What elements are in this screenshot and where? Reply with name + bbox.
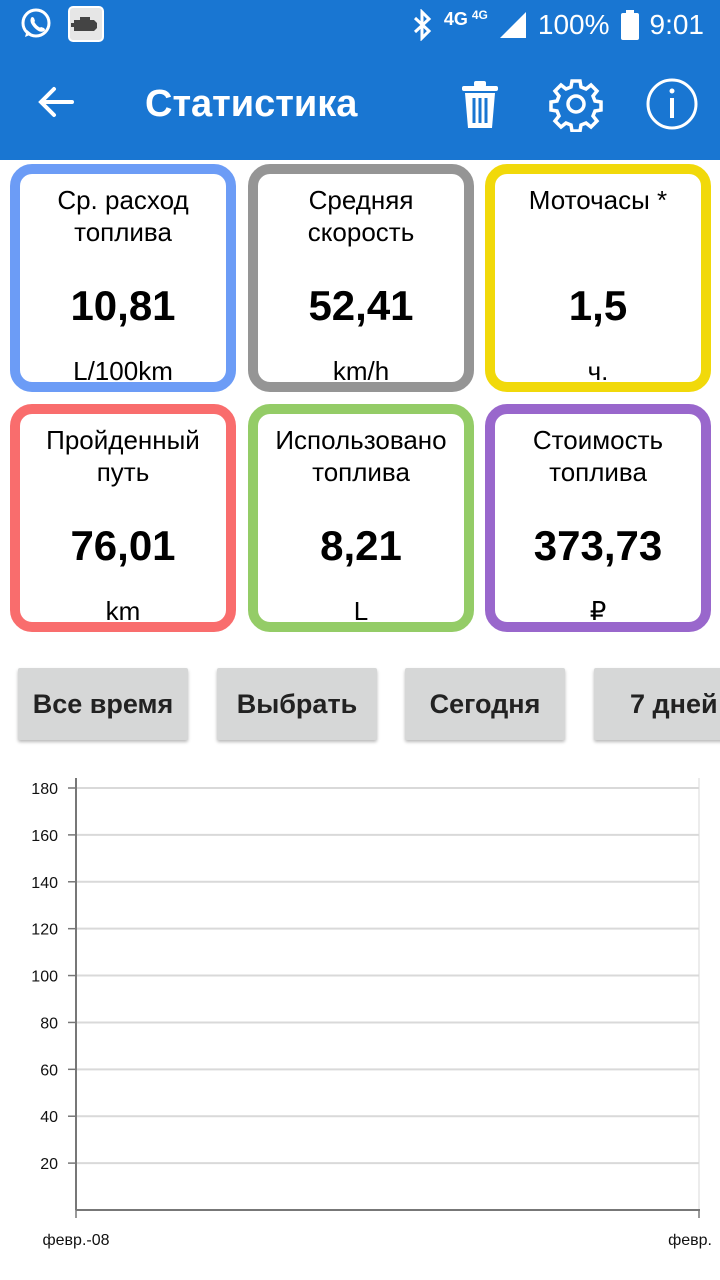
tab-choose[interactable]: Выбрать [217,668,377,740]
card-unit: ₽ [589,596,607,626]
card-unit: km [105,596,141,626]
card-label: Пройденный путь [46,425,200,487]
period-selector: Все время Выбрать Сегодня 7 дней [0,666,720,746]
battery-icon [620,10,639,40]
back-arrow-icon[interactable] [34,80,78,124]
notification-icons [18,6,104,42]
info-icon[interactable] [644,76,700,132]
card-value: 10,81 [70,282,176,329]
tab-today[interactable]: Сегодня [405,668,565,740]
car-engine-icon [68,6,104,42]
tab-all-time[interactable]: Все время [18,668,188,740]
network-type-2: 4G [471,8,488,22]
stats-chart: 20 40 60 80 100 120 140 160 180 февр.-08 февр. [31,778,712,1249]
bluetooth-icon [413,9,432,41]
trash-icon[interactable] [452,76,508,132]
card-unit: L [353,596,369,626]
chart-y-tick-label: 20 [40,1156,58,1173]
signal-icon [499,12,526,38]
card-avg-speed: Средняя скорость 52,41 km/h [248,164,474,392]
app-bar: Статистика [0,50,720,160]
card-label: Использовано топлива [275,425,447,487]
page-title: Статистика [145,83,358,125]
tab-7-days[interactable]: 7 дней [594,668,720,740]
card-avg-fuel-consumption: Ср. расход топлива 10,81 L/100km [10,164,236,392]
card-value: 52,41 [308,282,414,329]
card-label: Стоимость топлива [532,425,664,487]
clock: 9:01 [649,9,705,40]
chart-y-tick-label: 140 [31,875,58,892]
chart-y-tick-label: 160 [31,828,58,845]
chart-y-tick-label: 180 [31,781,58,798]
whatsapp-icon [21,8,51,38]
card-unit: ч. [587,356,609,386]
chart-x-tick-label: февр. [668,1232,712,1249]
card-label: Моточасы * [528,185,668,215]
card-value: 373,73 [533,522,663,569]
card-unit: km/h [332,356,390,386]
system-status: 4G 4G 100% 9:01 [412,6,704,44]
card-distance: Пройденный путь 76,01 km [10,404,236,632]
chart-y-tick-label: 100 [31,969,58,986]
card-unit: L/100km [73,356,173,386]
chart-y-tick-label: 120 [31,922,58,939]
chart-y-tick-label: 40 [40,1109,58,1126]
card-value: 1,5 [568,282,628,329]
card-fuel-cost: Стоимость топлива 373,73 ₽ [485,404,711,632]
card-engine-hours: Моточасы * 1,5 ч. [485,164,711,392]
chart-y-tick-label: 60 [40,1062,58,1079]
network-type-1: 4G [443,8,468,29]
card-label: Ср. расход топлива [57,185,189,247]
card-label: Средняя скорость [307,185,415,247]
card-fuel-used: Использовано топлива 8,21 L [248,404,474,632]
chart-x-tick-label: февр.-08 [42,1232,109,1249]
chart-y-tick-label: 80 [40,1015,58,1032]
card-value: 8,21 [320,522,402,569]
card-value: 76,01 [70,522,176,569]
status-bar: 4G 4G 100% 9:01 [0,0,720,50]
battery-percent: 100% [537,9,610,40]
gear-icon[interactable] [548,76,604,132]
